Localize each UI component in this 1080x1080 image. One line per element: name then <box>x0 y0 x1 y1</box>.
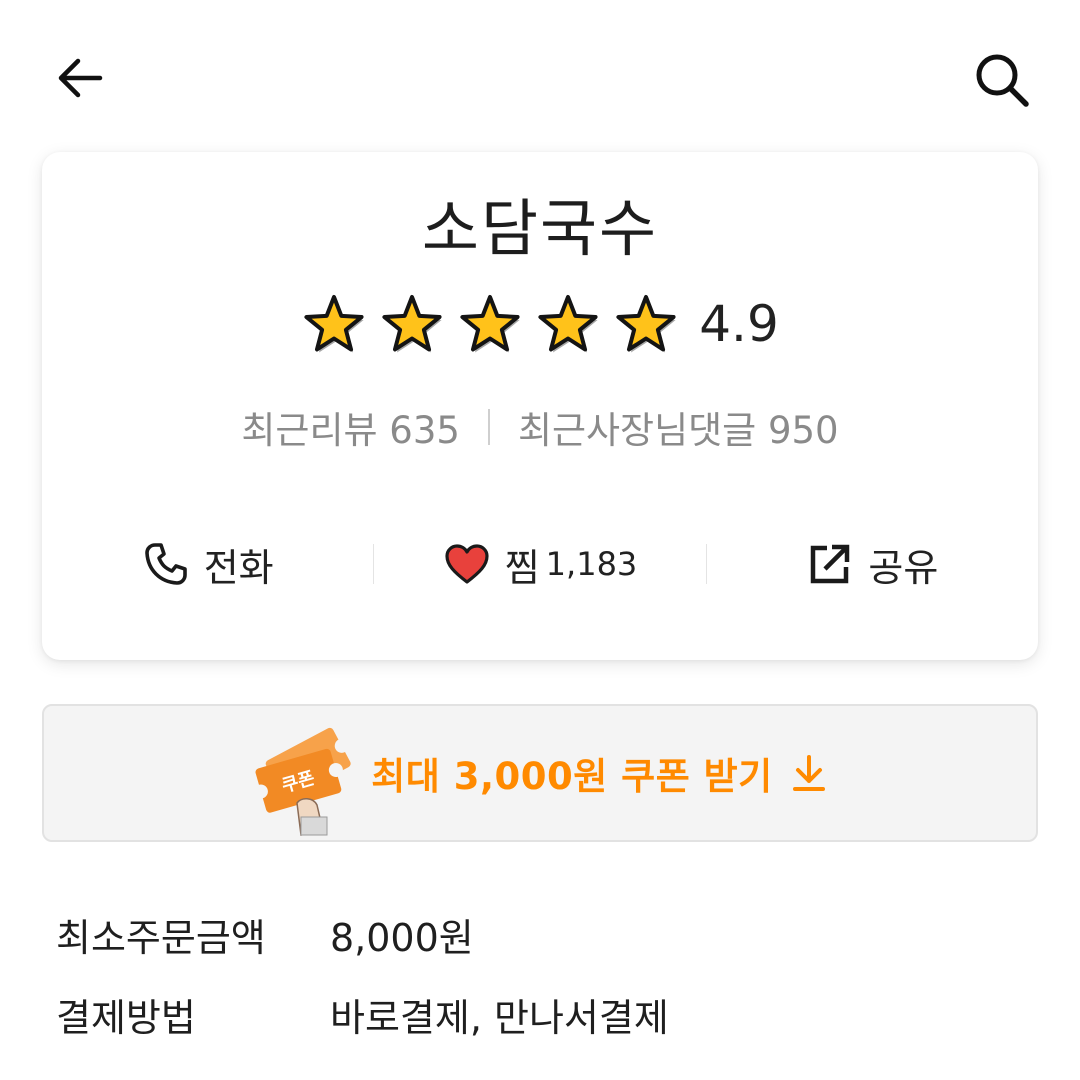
min-order-label: 최소주문금액 <box>56 915 266 960</box>
share-button[interactable]: 공유 <box>707 532 1038 596</box>
min-order-row: 최소주문금액 8,000원 <box>56 894 1016 974</box>
heart-icon <box>443 540 491 588</box>
recent-review-count[interactable]: 최근리뷰 635 <box>241 400 460 454</box>
review-stats: 최근리뷰 635 최근사장님댓글 950 <box>42 400 1038 454</box>
coupon-text: 최대 3,000원 쿠폰 받기 <box>371 755 773 798</box>
store-info-list: 최소주문금액 8,000원 결제방법 바로결제, 만나서결제 <box>56 894 1016 1054</box>
min-order-value: 8,000원 <box>330 915 474 960</box>
star-icon <box>538 295 598 353</box>
call-label: 전화 <box>203 545 274 590</box>
like-button[interactable]: 찜 1,183 <box>374 532 705 596</box>
search-icon <box>976 54 1029 107</box>
store-actions: 전화 찜 1,183 공유 <box>42 532 1038 596</box>
payment-method-value: 바로결제, 만나서결제 <box>330 995 669 1040</box>
rating-value: 4.9 <box>699 295 779 353</box>
store-name: 소담국수 <box>421 192 659 265</box>
share-label: 공유 <box>868 545 939 590</box>
star-icon <box>304 295 364 353</box>
back-button[interactable] <box>48 46 112 110</box>
divider <box>487 409 490 445</box>
store-detail-page: 소담국수 4.9 최근리뷰 635 최근사장님댓글 950 전화 찜 1,183… <box>0 0 1080 1080</box>
payment-method-label: 결제방법 <box>56 995 196 1040</box>
share-icon <box>806 540 854 588</box>
rating-stars <box>301 291 679 357</box>
download-arrow-icon <box>792 755 825 791</box>
star-icon <box>382 295 442 353</box>
phone-icon <box>142 540 190 588</box>
coupon-banner[interactable]: 쿠폰 최대 3,000원 쿠폰 받기 <box>42 704 1038 842</box>
star-icon <box>460 295 520 353</box>
arrow-left-icon <box>58 58 103 98</box>
like-count: 1,183 <box>545 545 638 583</box>
search-button[interactable] <box>968 46 1036 114</box>
like-label: 찜 <box>504 545 540 590</box>
coupon-ticket-icon: 쿠폰 <box>254 727 351 836</box>
star-icon <box>616 295 676 353</box>
call-button[interactable]: 전화 <box>42 532 373 596</box>
recent-owner-reply-count[interactable]: 최근사장님댓글 950 <box>518 400 839 454</box>
store-info-card: 소담국수 4.9 최근리뷰 635 최근사장님댓글 950 전화 찜 1,183… <box>42 152 1038 660</box>
payment-method-row: 결제방법 바로결제, 만나서결제 <box>56 974 1016 1054</box>
rating-row: 4.9 <box>42 292 1038 356</box>
